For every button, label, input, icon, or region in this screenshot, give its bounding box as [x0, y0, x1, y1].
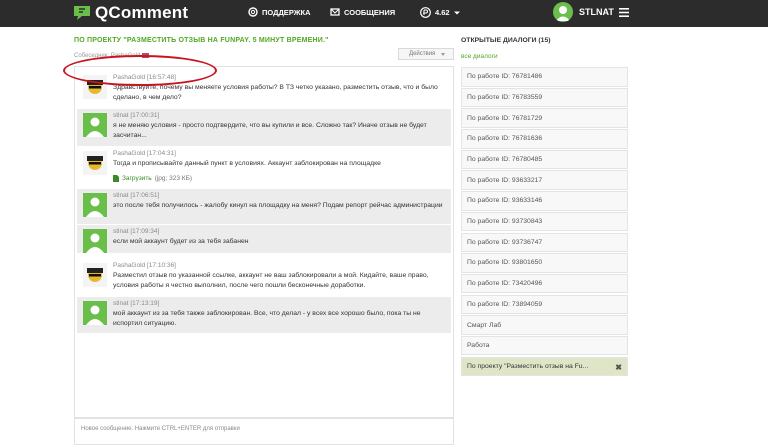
project-title[interactable]: ПО ПРОЕКТУ "РАЗМЕСТИТЬ ОТЗЫВ НА FUNPAY. …: [74, 37, 454, 44]
avatar: [83, 301, 107, 325]
dialog-item[interactable]: По работе ID: 76781636: [461, 129, 628, 149]
dialog-item[interactable]: По работе ID: 76783559: [461, 87, 628, 108]
dialog-item-label: По работе ID: 76781636: [467, 135, 543, 143]
annotation-ellipse: [63, 55, 217, 86]
chat-history[interactable]: PashaGold [16:57:48] Здравствуйте, почем…: [74, 66, 454, 418]
message: stlnat [17:09:34] если мой аккаунт будет…: [77, 225, 451, 253]
dialog-item[interactable]: По работе ID: 76781486: [461, 67, 628, 87]
dialog-item-label: По работе ID: 93801650: [467, 259, 543, 267]
dialog-item[interactable]: По работе ID: 76780485: [461, 149, 628, 170]
message: PashaGold [17:10:36] Разместил отзыв по …: [77, 259, 451, 297]
messages-label: СООБЩЕНИЯ: [344, 7, 396, 17]
chevron-down-icon: [441, 52, 446, 56]
dialog-item-label: По работе ID: 76781486: [467, 73, 543, 81]
dialog-item-label: По работе ID: 73894059: [467, 300, 543, 308]
dialog-item-label: По работе ID: 93736747: [467, 238, 543, 246]
dialog-header: ПО ПРОЕКТУ "РАЗМЕСТИТЬ ОТЗЫВ НА FUNPAY. …: [74, 37, 454, 60]
dialog-item-label: По работе ID: 76781729: [467, 114, 543, 122]
message-text: Тогда и прописывайте данный пункт в усло…: [113, 160, 381, 167]
dialog-item[interactable]: По проекту "Разместить отзыв на Fu... ✖: [461, 356, 628, 377]
message-text: это после тебя получилось - жалобу кинул…: [113, 202, 443, 209]
dialog-item-label: По работе ID: 76783559: [467, 93, 543, 101]
message: stlnat [17:13:19] мой аккаунт из за тебя…: [77, 297, 451, 333]
message-meta: stlnat [17:00:31]: [113, 112, 160, 119]
chevron-down-icon: [453, 11, 460, 14]
dialog-item[interactable]: По работе ID: 76781729: [461, 108, 628, 128]
message-meta: stlnat [17:09:34]: [113, 228, 160, 235]
dialog-item-label: Работа: [467, 342, 490, 350]
user-menu[interactable]: STLNAT: [553, 2, 629, 22]
balance[interactable]: 4.62: [420, 7, 464, 18]
avatar: [83, 113, 107, 137]
close-icon[interactable]: ✖: [615, 363, 622, 372]
message-text: если мой аккаунт будет из за тебя забане…: [113, 238, 249, 245]
all-dialogs-link[interactable]: все диалоги: [461, 53, 498, 60]
dialog-item[interactable]: По работе ID: 93801650: [461, 253, 628, 273]
logo-text: QComment: [95, 3, 189, 22]
message: PashaGold [17:04:31] Тогда и прописывайт…: [77, 147, 451, 189]
download-link[interactable]: Загрузить: [122, 175, 152, 182]
message: stlnat [17:06:51] это после тебя получил…: [77, 189, 451, 224]
dialog-list: По работе ID: 76781486 По работе ID: 7678…: [461, 67, 628, 377]
hamburger-menu-icon[interactable]: [618, 7, 629, 17]
actions-dropdown[interactable]: Действия: [398, 48, 454, 60]
support-link[interactable]: ПОДДЕРЖКА: [248, 7, 311, 17]
open-dialogs-title: ОТКРЫТЫЕ ДИАЛОГИ (15): [461, 37, 551, 44]
dialog-item-label: По работе ID: 76780485: [467, 156, 543, 163]
dialog-item[interactable]: По работе ID: 93633146: [461, 191, 628, 211]
avatar: [83, 229, 107, 253]
dialog-item[interactable]: Работа: [461, 335, 628, 356]
dialog-item-label: По работе ID: 93633146: [467, 197, 543, 205]
attachment-size: (jpg; 323 КБ): [154, 175, 193, 182]
message-meta: PashaGold [17:04:31]: [113, 150, 176, 157]
dialog-item[interactable]: Смарт Лаб: [461, 315, 628, 335]
message-text: мой аккаунт из за тебя также заблокирова…: [113, 310, 421, 327]
qcomment-logo-icon: [74, 6, 90, 20]
message-text: я не меняю условия - просто подтвердите,…: [113, 122, 427, 139]
actions-label: Действия: [409, 51, 436, 57]
support-label: ПОДДЕРЖКА: [262, 7, 311, 17]
attachment[interactable]: Загрузить (jpg; 323 КБ): [113, 175, 381, 182]
message-text: Здравствуйте, почему вы меняете условия …: [113, 84, 438, 101]
user-icon: [556, 6, 570, 21]
dialog-item[interactable]: По работе ID: 93730843: [461, 211, 628, 232]
logo[interactable]: QComment: [72, 3, 188, 23]
open-dialogs-panel: ОТКРЫТЫЕ ДИАЛОГИ (15) все диалоги По раб…: [461, 37, 628, 377]
messages-link[interactable]: СООБЩЕНИЯ: [330, 7, 395, 17]
file-icon: [113, 175, 119, 182]
message-meta: PashaGold [17:10:36]: [113, 262, 176, 269]
username: STLNAT: [579, 7, 614, 17]
dialog-item-label: По проекту "Разместить отзыв на Fu...: [467, 362, 589, 370]
message: stlnat [17:00:31] я не меняю условия - п…: [77, 109, 451, 146]
dialog-item-label: По работе ID: 73420496: [467, 280, 543, 288]
dialog-item-label: По работе ID: 93730843: [467, 218, 543, 226]
ruble-coin-icon: [420, 7, 431, 18]
avatar: [83, 193, 107, 217]
user-avatar: [553, 2, 573, 22]
message-meta: stlnat [17:13:19]: [113, 300, 160, 307]
messages-icon: [330, 8, 340, 16]
message-input[interactable]: Новое сообщение. Нажмите CTRL+ENTER для …: [74, 418, 454, 445]
avatar: [83, 151, 107, 175]
message-text: Разместил отзыв по указанной ссылке, акк…: [113, 272, 429, 289]
dialog-item[interactable]: По работе ID: 73894059: [461, 294, 628, 315]
dialog-item[interactable]: По работе ID: 93736747: [461, 232, 628, 252]
message-input-placeholder: Новое сообщение. Нажмите CTRL+ENTER для …: [81, 426, 240, 432]
balance-value: 4.62: [435, 8, 450, 17]
dialog-item[interactable]: По работе ID: 73420496: [461, 273, 628, 294]
lifebuoy-icon: [248, 7, 258, 17]
avatar: [83, 263, 107, 287]
dialog-item[interactable]: По работе ID: 93633217: [461, 170, 628, 190]
top-navbar: QComment ПОДДЕРЖКА СООБЩЕНИЯ 4.62 STLNAT: [0, 0, 768, 27]
message-meta: stlnat [17:06:51]: [113, 192, 160, 199]
dialog-item-label: По работе ID: 93633217: [467, 176, 543, 184]
dialog-item-label: Смарт Лаб: [467, 321, 502, 329]
